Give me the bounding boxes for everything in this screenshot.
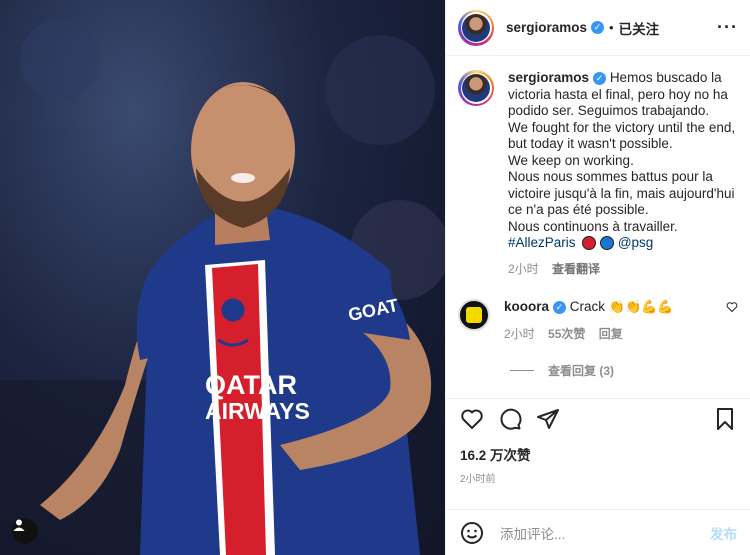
like-heart-icon[interactable] [460, 407, 484, 431]
comments-section: sergioramos ✓ Hemos buscado la victoria h… [446, 56, 750, 398]
like-count[interactable]: 16.2 万次赞 [446, 438, 750, 464]
comment-input[interactable]: 添加评论... [500, 523, 710, 543]
more-options-icon[interactable]: ··· [717, 17, 738, 38]
verified-icon: ✓ [593, 71, 607, 85]
instagram-post-view: QATAR AIRWAYS GOAT sergioramos ✓ • 已关注 ·… [0, 0, 750, 555]
clap-emojis: 👏👏💪💪 [608, 299, 674, 314]
comment-time: 2小时 [504, 326, 535, 341]
caption-line-2: We fought for the victory until the end,… [508, 119, 736, 152]
caption: sergioramos ✓ Hemos buscado la victoria h… [458, 70, 738, 277]
share-icon[interactable] [536, 407, 560, 431]
caption-username[interactable]: sergioramos [508, 70, 589, 85]
view-replies-button[interactable]: 查看回复 (3) [510, 362, 738, 379]
caption-line-3: We keep on working. [508, 152, 634, 168]
comment-likes[interactable]: 55次赞 [548, 327, 585, 341]
caption-time: 2小时 [508, 261, 539, 276]
mention-link[interactable]: @psg [618, 235, 653, 250]
commenter-avatar[interactable] [458, 299, 490, 331]
post-photo[interactable]: QATAR AIRWAYS GOAT [0, 0, 445, 555]
caption-line-5: Nous continuons à travailler. [508, 218, 678, 234]
commenter-username[interactable]: kooora [504, 299, 549, 314]
comment-meta: 2小时 55次赞 回复 [504, 326, 720, 343]
comment-item: kooora ✓ Crack 👏👏💪💪 2小时 55次赞 回复 [458, 299, 738, 342]
replies-divider [510, 370, 534, 371]
hashtag-link[interactable]: #AllezParis [508, 235, 576, 250]
verified-icon: ✓ [591, 21, 605, 34]
caption-line-4: Nous nous sommes battus pour la victoire… [508, 169, 735, 217]
red-circle-emoji [582, 236, 597, 251]
reply-button[interactable]: 回复 [599, 327, 623, 341]
comment-text: kooora ✓ Crack 👏👏💪💪 2小时 55次赞 回复 [504, 299, 720, 342]
caption-text: sergioramos ✓ Hemos buscado la victoria h… [508, 70, 738, 277]
comment-like-icon[interactable] [726, 301, 738, 342]
author-username[interactable]: sergioramos [506, 20, 587, 35]
post-time[interactable]: 2小时前 [446, 464, 750, 485]
view-replies-label: 查看回复 (3) [548, 364, 615, 378]
caption-meta: 2小时 查看翻译 [508, 261, 738, 278]
action-bar [446, 398, 750, 438]
verified-icon: ✓ [553, 300, 567, 314]
post-header: sergioramos ✓ • 已关注 ··· [446, 0, 750, 56]
shirt-sponsor: QATAR AIRWAYS [205, 370, 310, 425]
following-button[interactable]: 已关注 [619, 18, 660, 38]
caption-avatar[interactable] [458, 70, 494, 106]
blue-circle-emoji [600, 236, 615, 251]
post-sidebar: sergioramos ✓ • 已关注 ··· sergioramos ✓ Hem… [445, 0, 750, 555]
comment-composer: 添加评论... 发布 [446, 509, 750, 555]
tagged-user-button[interactable] [12, 518, 38, 544]
see-translation-button[interactable]: 查看翻译 [552, 262, 600, 276]
author-avatar[interactable] [458, 9, 494, 46]
comment-icon[interactable] [498, 407, 522, 431]
comment-body: Crack [569, 299, 606, 314]
post-comment-button[interactable]: 发布 [710, 523, 737, 543]
emoji-icon[interactable] [460, 521, 484, 545]
separator-dot: • [609, 20, 614, 35]
player-illustration [0, 20, 445, 555]
bookmark-icon[interactable] [714, 407, 736, 431]
